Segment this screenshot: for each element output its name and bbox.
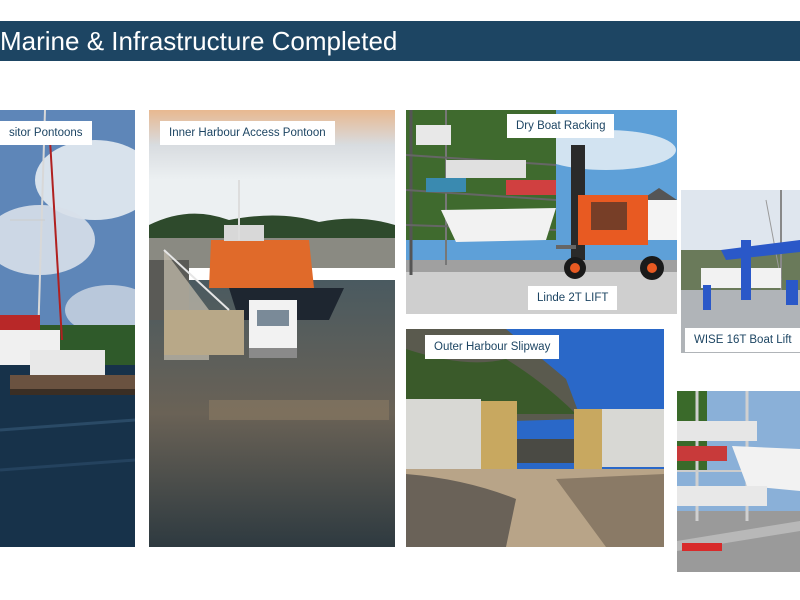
visitor-pontoons-image bbox=[0, 110, 135, 547]
caption-wise-lift: WISE 16T Boat Lift bbox=[685, 328, 800, 352]
caption-inner-harbour: Inner Harbour Access Pontoon bbox=[160, 121, 335, 145]
caption-visitor-pontoons: sitor Pontoons bbox=[0, 121, 92, 145]
caption-outer-slipway: Outer Harbour Slipway bbox=[425, 335, 560, 359]
photo-inner-harbour: Inner Harbour Access Pontoon bbox=[149, 110, 395, 547]
inner-harbour-image bbox=[149, 110, 395, 547]
photo-wise-lift: WISE 16T Boat Lift bbox=[681, 190, 800, 353]
caption-linde-lift: Linde 2T LIFT bbox=[528, 286, 618, 310]
caption-dry-boat-racking: Dry Boat Racking bbox=[507, 114, 615, 138]
dry-boat-racking-image bbox=[406, 110, 677, 314]
photo-dry-boat-racking: Dry Boat Racking Linde 2T LIFT bbox=[406, 110, 677, 314]
photo-boat-trailer bbox=[677, 391, 800, 572]
slide-title: Marine & Infrastructure Completed bbox=[0, 26, 398, 56]
title-bar: Marine & Infrastructure Completed bbox=[0, 21, 800, 61]
photo-outer-slipway: Outer Harbour Slipway bbox=[406, 329, 664, 547]
outer-slipway-image bbox=[406, 329, 664, 547]
boat-trailer-image bbox=[677, 391, 800, 572]
photo-visitor-pontoons: sitor Pontoons bbox=[0, 110, 135, 547]
